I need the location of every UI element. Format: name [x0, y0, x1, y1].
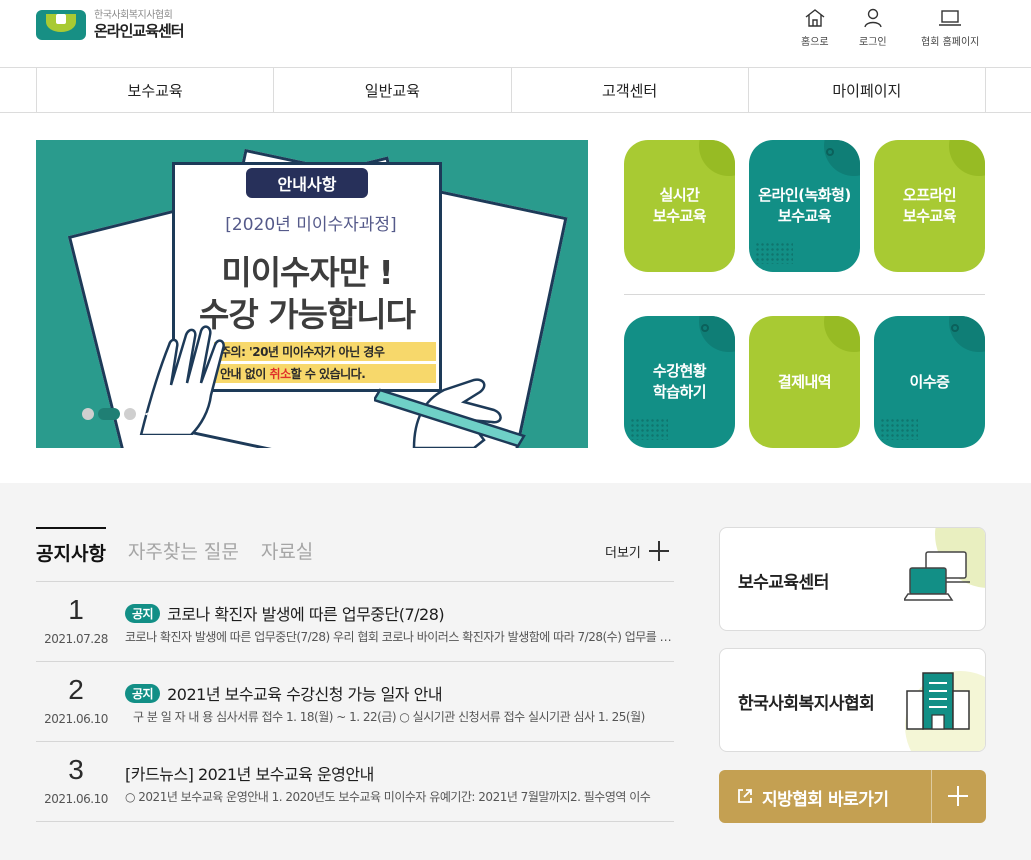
notice-row[interactable]: 2 2021.06.10 공지 2021년 보수교육 수강신청 가능 일자 안내… [36, 662, 674, 742]
tab-faq[interactable]: 자주찾는 질문 [128, 527, 239, 566]
nav-item-mypage[interactable]: 마이페이지 [749, 68, 986, 112]
banner-subtitle: [2020년 미이수자과정] [225, 215, 397, 235]
tile-online-edu[interactable]: 온라인(녹화형) 보수교육 [749, 140, 860, 272]
banner-dot-1[interactable] [82, 408, 94, 420]
computer-icon [904, 551, 970, 601]
home-icon [805, 9, 825, 27]
more-label: 더보기 [605, 545, 641, 561]
notice-title[interactable]: 공지 코로나 확진자 발생에 따른 업무중단(7/28) [125, 601, 445, 625]
banner-warning-2-post: 할 수 있습니다. [290, 367, 366, 381]
banner-controls[interactable]: < II > [144, 407, 197, 421]
hand-pen-icon [374, 378, 526, 448]
util-association-link[interactable]: 협회 홈페이지 [921, 7, 979, 48]
logo-title: 온라인교육센터 [94, 22, 185, 40]
nav-item-customer-center[interactable]: 고객센터 [512, 68, 749, 112]
notice-title-text: 코로나 확진자 발생에 따른 업무중단(7/28) [167, 605, 445, 624]
tile-realtime-edu[interactable]: 실시간 보수교육 [624, 140, 735, 272]
notice-title-text: 2021년 보수교육 수강신청 가능 일자 안내 [167, 685, 443, 704]
notice-desc: 코로나 확진자 발생에 따른 업무중단(7/28) 우리 협회 코로나 바이러스… [125, 630, 673, 644]
tile-offline-edu-label: 오프라인 보수교육 [902, 186, 957, 225]
bottom-section: 공지사항 자주찾는 질문 자료실 더보기 1 2021.07.28 공지 코로나… [0, 483, 1031, 860]
notice-badge: 공지 [125, 603, 161, 623]
util-login-link[interactable]: 로그인 [859, 7, 887, 48]
button-divider [931, 770, 932, 823]
card-edu-center[interactable]: 보수교육센터 [719, 527, 986, 631]
notice-date: 2021.06.10 [44, 792, 108, 806]
tile-divider [624, 294, 985, 295]
banner-pagination: < II > [82, 407, 197, 421]
tile-realtime-edu-label: 실시간 보수교육 [652, 186, 707, 225]
nav-item-continuing-edu[interactable]: 보수교육 [37, 68, 275, 112]
banner-headline-1: 미이수자만 ! [221, 253, 393, 292]
board-tabs: 공지사항 자주찾는 질문 자료실 [36, 527, 313, 566]
util-home-label: 홈으로 [801, 37, 829, 48]
notice-row[interactable]: 3 2021.06.10 [카드뉴스] 2021년 보수교육 운영안내 ○ 20… [36, 742, 674, 822]
notice-date: 2021.06.10 [44, 712, 108, 726]
notice-title[interactable]: [카드뉴스] 2021년 보수교육 운영안내 [125, 761, 374, 785]
notice-list: 1 2021.07.28 공지 코로나 확진자 발생에 따른 업무중단(7/28… [36, 581, 674, 822]
laptop-icon [939, 10, 962, 26]
card-association[interactable]: 한국사회복지사협회 [719, 648, 986, 752]
notice-number: 1 [68, 594, 84, 625]
util-login-label: 로그인 [859, 37, 887, 48]
regional-association-button[interactable]: 지방협회 바로가기 [719, 770, 986, 823]
tab-archive[interactable]: 자료실 [261, 527, 313, 566]
tile-payment-history[interactable]: 결제내역 [749, 316, 860, 448]
notice-desc: ○ 2021년 보수교육 운영안내 1. 2020년도 보수교육 미이수자 유예… [125, 790, 651, 804]
notice-desc: 구 분 일 자 내 용 심사서류 접수 1. 18(월) ~ 1. 22(금) … [133, 710, 645, 724]
tile-online-edu-label: 온라인(녹화형) 보수교육 [758, 186, 851, 225]
main-banner[interactable]: 안내사항 [2020년 미이수자과정] 미이수자만 ! 수강 가능합니다 주의:… [36, 140, 588, 448]
notice-title[interactable]: 공지 2021년 보수교육 수강신청 가능 일자 안내 [125, 681, 443, 705]
logo-org-name: 한국사회복지사협회 [94, 10, 173, 21]
tile-course-status[interactable]: 수강현황 학습하기 [624, 316, 735, 448]
user-icon [864, 8, 882, 28]
card-edu-center-title: 보수교육센터 [738, 573, 829, 593]
building-icon [906, 672, 970, 730]
tile-course-status-label: 수강현황 학습하기 [652, 362, 707, 401]
more-link[interactable]: 더보기 [605, 541, 669, 561]
logo-mark-icon [36, 8, 86, 42]
plus-icon [648, 541, 669, 561]
plus-icon[interactable] [948, 786, 968, 806]
notice-date: 2021.07.28 [44, 632, 108, 646]
notice-number: 2 [68, 674, 84, 705]
notice-title-text: [카드뉴스] 2021년 보수교육 운영안내 [125, 765, 374, 784]
external-link-icon [738, 789, 752, 803]
util-association-label: 협회 홈페이지 [921, 37, 980, 48]
tab-notice[interactable]: 공지사항 [36, 527, 106, 566]
card-association-title: 한국사회복지사협회 [738, 694, 875, 714]
site-logo[interactable]: 한국사회복지사협회 온라인교육센터 [36, 8, 185, 42]
regional-association-label: 지방협회 바로가기 [762, 790, 889, 810]
tile-payment-history-label: 결제내역 [777, 372, 832, 391]
main-nav: 보수교육 일반교육 고객센터 마이페이지 [0, 67, 1031, 113]
banner-dot-2[interactable] [98, 408, 120, 420]
tile-offline-edu[interactable]: 오프라인 보수교육 [874, 140, 985, 272]
notice-row[interactable]: 1 2021.07.28 공지 코로나 확진자 발생에 따른 업무중단(7/28… [36, 582, 674, 662]
tile-certificate-label: 이수증 [909, 372, 950, 391]
util-home-link[interactable]: 홈으로 [801, 7, 829, 48]
banner-warning-2-red: 취소 [269, 367, 292, 381]
site-header: 한국사회복지사협회 온라인교육센터 홈으로 로그인 협회 홈페이지 [0, 0, 1031, 68]
banner-dot-3[interactable] [124, 408, 136, 420]
notice-number: 3 [68, 754, 84, 785]
tile-certificate[interactable]: 이수증 [874, 316, 985, 448]
notice-badge: 공지 [125, 683, 161, 703]
nav-item-general-edu[interactable]: 일반교육 [274, 68, 512, 112]
banner-tag: 안내사항 [246, 168, 368, 198]
